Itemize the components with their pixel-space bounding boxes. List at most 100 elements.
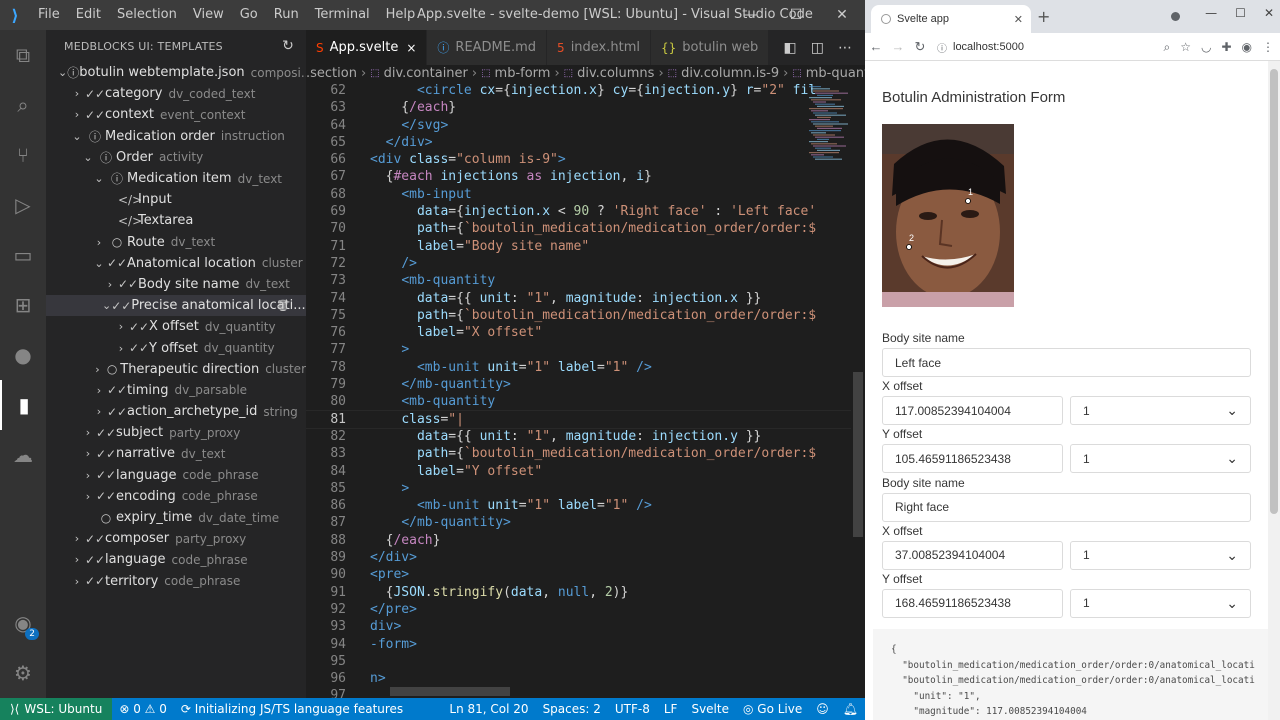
tree-item[interactable]: ⌄ ⓘ Medication order instruction bbox=[46, 126, 306, 147]
unit-select[interactable]: 1 ⌄ bbox=[1070, 540, 1251, 570]
chevron-right-icon[interactable]: › bbox=[69, 553, 85, 566]
face-photo[interactable]: 12 bbox=[882, 124, 1014, 307]
remote-indicator[interactable]: ⟩⟨ WSL: Ubuntu bbox=[0, 698, 113, 720]
chevron-right-icon[interactable]: › bbox=[80, 490, 96, 503]
y-offset-input[interactable]: 105.46591186523438 bbox=[882, 444, 1063, 473]
explorer-icon[interactable]: ⧉ bbox=[0, 30, 46, 80]
code-line[interactable]: 71 label="Body site name" bbox=[306, 238, 865, 255]
new-tab-icon[interactable]: + bbox=[1037, 7, 1050, 26]
tree-item[interactable]: ○ expiry_time dv_date_time bbox=[46, 507, 306, 528]
code-line[interactable]: 80 <mb-quantity bbox=[306, 393, 865, 410]
code-line[interactable]: 90 <pre> bbox=[306, 566, 865, 583]
tree-item[interactable]: ⌄ ⓘ Order activity bbox=[46, 147, 306, 168]
code-line[interactable]: 91 {JSON.stringify(data, null, 2)} bbox=[306, 584, 865, 601]
chevron-right-icon[interactable]: › bbox=[91, 405, 107, 418]
code-line[interactable]: 79 </mb-quantity> bbox=[306, 376, 865, 393]
browser-scrollbar[interactable] bbox=[1268, 61, 1280, 720]
tree-item[interactable]: › ✓✓ territory code_phrase bbox=[46, 571, 306, 592]
minimize-icon[interactable]: — bbox=[727, 0, 773, 30]
breadcrumb-item[interactable]: div.columns bbox=[577, 66, 654, 81]
search-icon[interactable]: ⌕ bbox=[0, 80, 46, 130]
browser-tab[interactable]: Svelte app ✕ bbox=[871, 5, 1031, 33]
chevron-right-icon[interactable]: › bbox=[80, 469, 96, 482]
code-line[interactable]: 82 data={{ unit: "1", magnitude: injecti… bbox=[306, 428, 865, 445]
close-icon[interactable]: ✕ bbox=[819, 0, 865, 30]
code-line[interactable]: 74 data={{ unit: "1", magnitude: injecti… bbox=[306, 290, 865, 307]
code-line[interactable]: 86 <mb-unit unit="1" label="1" /> bbox=[306, 497, 865, 514]
extensions-icon[interactable]: ⊞ bbox=[0, 280, 46, 330]
browser-maximize-icon[interactable]: ☐ bbox=[1235, 6, 1246, 20]
profile-avatar-icon[interactable]: ◉ bbox=[1242, 40, 1252, 54]
menu-item-edit[interactable]: Edit bbox=[68, 0, 109, 30]
code-line[interactable]: 93 div> bbox=[306, 618, 865, 635]
unit-select[interactable]: 1 ⌄ bbox=[1070, 588, 1251, 618]
breadcrumb-item[interactable]: mb-form bbox=[495, 66, 551, 81]
menu-item-run[interactable]: Run bbox=[266, 0, 307, 30]
tree-item[interactable]: › ○ Therapeutic direction cluster bbox=[46, 359, 306, 380]
chevron-down-icon[interactable]: ⌄ bbox=[58, 66, 67, 79]
tree-item[interactable]: › ○ Route dv_text bbox=[46, 232, 306, 253]
indentation[interactable]: Spaces: 2 bbox=[536, 702, 608, 716]
extensions-puzzle-icon[interactable]: ✚ bbox=[1221, 40, 1231, 54]
breadcrumb-item[interactable]: div.container bbox=[384, 66, 468, 81]
tree-item[interactable]: › ✓✓ subject party_proxy bbox=[46, 422, 306, 443]
close-tab-icon[interactable]: × bbox=[406, 41, 416, 55]
tab-readme-md[interactable]: ⓘ README.md bbox=[427, 30, 548, 65]
feedback-icon[interactable]: ☺ bbox=[809, 702, 836, 716]
browser-scrollbar-thumb[interactable] bbox=[1270, 69, 1278, 514]
code-line[interactable]: 67 {#each injections as injection, i} bbox=[306, 168, 865, 185]
code-line[interactable]: 65 </div> bbox=[306, 134, 865, 151]
chevron-right-icon[interactable]: › bbox=[80, 426, 96, 439]
tab-botulin-web[interactable]: {} botulin web bbox=[651, 30, 770, 65]
code-line[interactable]: 81 class="| bbox=[306, 409, 865, 429]
tree-item[interactable]: </> Textarea bbox=[46, 210, 306, 231]
tree-item[interactable]: › ✓✓ timing dv_parsable bbox=[46, 380, 306, 401]
chevron-down-icon[interactable]: ⌄ bbox=[80, 151, 96, 164]
chevron-right-icon[interactable]: › bbox=[113, 320, 129, 333]
code-line[interactable]: 78 <mb-unit unit="1" label="1" /> bbox=[306, 359, 865, 376]
chrome-menu-icon[interactable]: ⋮ bbox=[1262, 40, 1274, 54]
menu-item-terminal[interactable]: Terminal bbox=[307, 0, 378, 30]
code-line[interactable]: 66 <div class="column is-9"> bbox=[306, 151, 865, 168]
tree-item[interactable]: › ✓✓ narrative dv_text bbox=[46, 443, 306, 464]
horizontal-scrollbar[interactable] bbox=[390, 687, 510, 696]
pocket-icon[interactable]: ◡ bbox=[1201, 40, 1211, 54]
tree-item[interactable]: </> Input bbox=[46, 189, 306, 210]
x-offset-input[interactable]: 37.00852394104004 bbox=[882, 540, 1063, 570]
chevron-right-icon[interactable]: › bbox=[80, 447, 96, 460]
unit-select[interactable]: 1 ⌄ bbox=[1070, 396, 1251, 425]
tree-item[interactable]: › ✓✓ action_archetype_id string bbox=[46, 401, 306, 422]
chevron-right-icon[interactable]: › bbox=[91, 236, 107, 249]
split-editor-icon[interactable]: ◫ bbox=[804, 40, 831, 56]
maximize-icon[interactable]: ☐ bbox=[773, 0, 819, 30]
tree-item[interactable]: › ✓✓ encoding code_phrase bbox=[46, 486, 306, 507]
tree-item[interactable]: › ✓✓ composer party_proxy bbox=[46, 528, 306, 549]
code-line[interactable]: 96 n> bbox=[306, 670, 865, 687]
browser-close-icon[interactable]: ✕ bbox=[1264, 6, 1274, 20]
chevron-right-icon[interactable]: › bbox=[69, 87, 85, 100]
remote-explorer-icon[interactable]: ▭ bbox=[0, 230, 46, 280]
cursor-position[interactable]: Ln 81, Col 20 bbox=[442, 702, 535, 716]
code-line[interactable]: 62 <circle cx={injection.x} cy={injectio… bbox=[306, 82, 865, 99]
tree-item[interactable]: › ✓✓ language code_phrase bbox=[46, 549, 306, 570]
bookmark-star-icon[interactable]: ☆ bbox=[1180, 40, 1191, 54]
chevron-down-icon[interactable]: ⌄ bbox=[91, 172, 107, 185]
code-line[interactable]: 95 bbox=[306, 653, 865, 670]
code-editor[interactable]: 62 <circle cx={injection.x} cy={injectio… bbox=[306, 82, 865, 698]
tree-item[interactable]: › ✓✓ language code_phrase bbox=[46, 465, 306, 486]
preview-icon[interactable]: ◧ bbox=[777, 40, 804, 56]
tree-item[interactable]: › ✓✓ context event_context bbox=[46, 104, 306, 125]
chevron-right-icon[interactable]: › bbox=[91, 384, 107, 397]
code-line[interactable]: 64 </svg> bbox=[306, 117, 865, 134]
tree-item[interactable]: › ✓✓ X offset dv_quantity bbox=[46, 316, 306, 337]
code-line[interactable]: 87 </mb-quantity> bbox=[306, 514, 865, 531]
code-line[interactable]: 70 path={`boutolin_medication/medication… bbox=[306, 220, 865, 237]
back-icon[interactable]: ← bbox=[865, 39, 887, 54]
github-icon[interactable]: ● bbox=[0, 330, 46, 380]
code-line[interactable]: 89 </div> bbox=[306, 549, 865, 566]
chevron-right-icon[interactable]: › bbox=[69, 532, 85, 545]
injection-marker[interactable] bbox=[965, 198, 971, 204]
tree-item[interactable]: ⌄ ⓘ Medication item dv_text bbox=[46, 168, 306, 189]
end-of-line[interactable]: LF bbox=[657, 702, 685, 716]
code-line[interactable]: 76 label="X offset" bbox=[306, 324, 865, 341]
